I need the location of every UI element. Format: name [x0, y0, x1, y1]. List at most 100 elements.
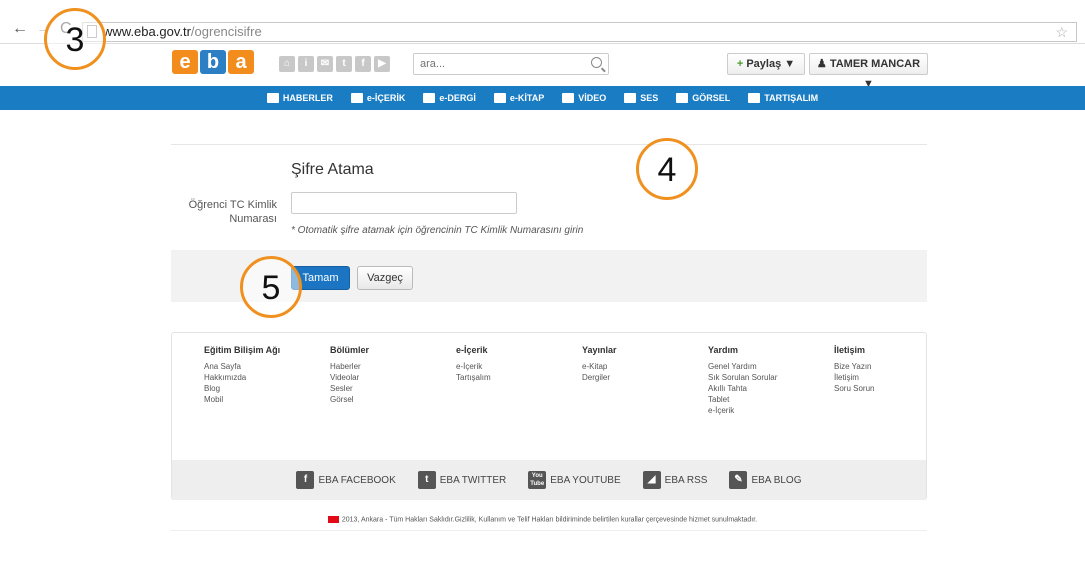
footer-link[interactable]: Bize Yazın [834, 361, 928, 372]
footer-col-eicerik: e-İçerik e-İçerik Tartışalım [424, 345, 550, 416]
footer-link[interactable]: Sık Sorulan Sorular [708, 372, 802, 383]
logo-letter-a: a [228, 50, 254, 74]
youtube-icon[interactable]: ▶ [374, 56, 390, 72]
logo-letter-e: e [172, 50, 198, 74]
news-icon [266, 93, 279, 103]
browser-toolbar: ← → C www.eba.gov.tr/ogrencisifre ☆ [0, 0, 1085, 44]
plus-icon: + [736, 58, 744, 70]
footer-link[interactable]: İletişim [834, 372, 928, 383]
footer-link[interactable]: Görsel [330, 394, 424, 405]
blog-icon: ✎ [729, 471, 748, 489]
site-footer: Eğitim Bilişim Ağı Ana Sayfa Hakkımızda … [171, 332, 927, 500]
nav-item-haberler[interactable]: HABERLER [266, 93, 333, 103]
nav-label: TARTIŞALIM [764, 93, 819, 103]
home-icon[interactable]: ⌂ [279, 56, 295, 72]
sound-icon [624, 93, 637, 103]
footer-col-yardim: Yardım Genel Yardım Sık Sorulan Sorular … [676, 345, 802, 416]
footer-col-iletisim: İletişim Bize Yazın İletişim Soru Sorun [802, 345, 928, 416]
help-text: * Otomatik şifre atamak için öğrencinin … [291, 225, 584, 236]
footer-col-bolumler: Bölümler Haberler Videolar Sesler Görsel [298, 345, 424, 416]
address-bar[interactable]: www.eba.gov.tr/ogrencisifre ☆ [82, 22, 1077, 42]
footer-link[interactable]: Videolar [330, 372, 424, 383]
callout-marker: 5 [240, 256, 302, 318]
nav-item-tartisalim[interactable]: TARTIŞALIM [748, 93, 818, 103]
nav-label: e-KİTAP [509, 93, 545, 103]
footer-col-title: Yayınlar [582, 345, 617, 355]
footer-col-title: Eğitim Bilişim Ağı [204, 345, 281, 355]
footer-col-title: Yardım [708, 345, 739, 355]
nav-item-ekitap[interactable]: e-KİTAP [493, 93, 545, 103]
footer-link[interactable]: Soru Sorun [834, 383, 928, 394]
nav-item-ses[interactable]: SES [624, 93, 658, 103]
info-icon[interactable]: i [298, 56, 314, 72]
content-icon [350, 93, 363, 103]
footer-link[interactable]: Blog [204, 383, 298, 394]
footer-col-title: İletişim [834, 345, 866, 355]
footer-blog-link[interactable]: ✎ EBA BLOG [729, 471, 802, 489]
eba-logo[interactable]: e b a [172, 50, 254, 76]
search-field[interactable] [413, 53, 609, 75]
footer-link[interactable]: Hakkımızda [204, 372, 298, 383]
nav-label: GÖRSEL [692, 93, 731, 103]
cancel-button[interactable]: Vazgeç [357, 266, 413, 290]
facebook-icon: f [296, 471, 315, 489]
divider [171, 530, 927, 531]
copyright-label: 2013, Ankara - Tüm Hakları Saklıdır.Gizl… [341, 516, 758, 524]
footer-link[interactable]: Haberler [330, 361, 424, 372]
twitter-icon: t [417, 471, 436, 489]
share-button[interactable]: + Paylaş ▼ [727, 53, 805, 75]
nav-label: VİDEO [578, 93, 607, 103]
header-social-icons: ⌂ i ✉ t f ▶ [279, 56, 390, 72]
magazine-icon [423, 93, 436, 103]
url-path: /ogrencisifre [190, 24, 262, 39]
tc-field-label: Öğrenci TC Kimlik Numarası [188, 199, 277, 225]
form-title: Şifre Atama [291, 161, 374, 178]
footer-twitter-link[interactable]: t EBA TWITTER [417, 471, 506, 489]
footer-link[interactable]: Genel Yardım [708, 361, 802, 372]
footer-facebook-link[interactable]: f EBA FACEBOOK [296, 471, 396, 489]
facebook-icon[interactable]: f [355, 56, 371, 72]
nav-item-video[interactable]: VİDEO [562, 93, 606, 103]
footer-link[interactable]: e-İçerik [456, 361, 550, 372]
footer-link[interactable]: Mobil [204, 394, 298, 405]
nav-label: SES [640, 93, 659, 103]
footer-youtube-link[interactable]: You Tube EBA YOUTUBE [528, 471, 621, 489]
footer-link[interactable]: e-Kitap [582, 361, 676, 372]
back-arrow-icon[interactable]: ← [12, 21, 28, 37]
mail-icon[interactable]: ✉ [317, 56, 333, 72]
book-icon [493, 93, 506, 103]
rss-icon: ◢ [642, 471, 661, 489]
user-menu-button[interactable]: ♟ TAMER MANCAR ▼ [809, 53, 928, 90]
social-label: EBA RSS [664, 474, 708, 486]
footer-rss-link[interactable]: ◢ EBA RSS [642, 471, 708, 489]
footer-link[interactable]: Tartışalım [456, 372, 550, 383]
footer-link[interactable]: e-İçerik [708, 405, 802, 416]
nav-item-eicerik[interactable]: e-İÇERİK [350, 93, 405, 103]
site-header: e b a ⌂ i ✉ t f ▶ + Paylaş ▼ ♟ TAMER MAN… [0, 44, 1085, 90]
search-icon[interactable] [591, 57, 602, 68]
tc-number-input[interactable] [291, 192, 517, 214]
twitter-icon[interactable]: t [336, 56, 352, 72]
logo-letter-b: b [200, 50, 226, 74]
search-input[interactable] [414, 54, 584, 74]
nav-item-gorsel[interactable]: GÖRSEL [676, 93, 730, 103]
bookmark-star-icon[interactable]: ☆ [1055, 23, 1068, 41]
social-label: EBA FACEBOOK [318, 474, 396, 486]
footer-social-bar: f EBA FACEBOOK t EBA TWITTER You Tube EBA Y… [172, 460, 926, 500]
footer-link[interactable]: Tablet [708, 394, 802, 405]
main-nav: HABERLER e-İÇERİK e-DERGİ e-KİTAP VİDEO … [0, 86, 1085, 110]
video-icon [562, 93, 575, 103]
share-label: Paylaş ▼ [746, 58, 796, 70]
nav-item-edergi[interactable]: e-DERGİ [423, 93, 476, 103]
footer-link[interactable]: Sesler [330, 383, 424, 394]
image-icon [676, 93, 689, 103]
url-host: www.eba.gov.tr [103, 24, 191, 39]
turkey-flag-icon [327, 516, 339, 523]
social-label: EBA BLOG [751, 474, 802, 486]
footer-link[interactable]: Akıllı Tahta [708, 383, 802, 394]
callout-marker: 3 [44, 8, 106, 70]
footer-link[interactable]: Dergiler [582, 372, 676, 383]
copyright-text: 2013, Ankara - Tüm Hakları Saklıdır.Gizl… [0, 516, 1085, 523]
nav-label: e-DERGİ [439, 93, 476, 103]
footer-link[interactable]: Ana Sayfa [204, 361, 298, 372]
